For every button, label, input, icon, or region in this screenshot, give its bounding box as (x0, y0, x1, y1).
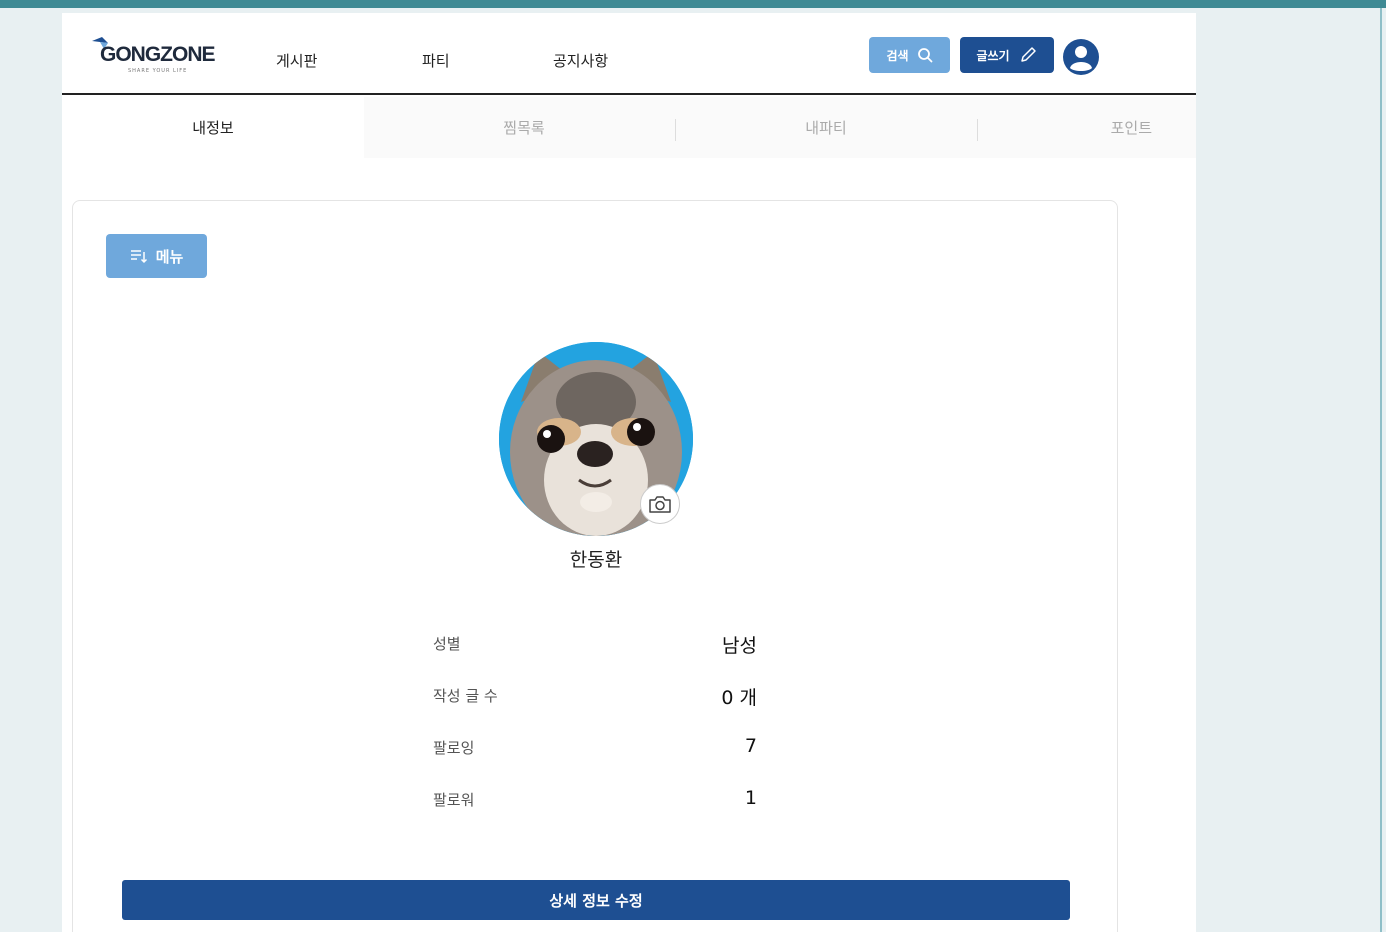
nav-notice[interactable]: 공지사항 (553, 50, 608, 71)
write-button-label: 글쓰기 (976, 48, 1010, 63)
following-label: 팔로잉 (433, 739, 475, 757)
site-logo[interactable]: GONGZONE SHARE YOUR LIFE (90, 35, 220, 75)
change-avatar-button[interactable] (640, 484, 680, 524)
menu-button-label: 메뉴 (155, 247, 184, 266)
mypage-tabs: 내정보 찜목록 내파티 포인트 (62, 97, 1196, 158)
gender-label: 성별 (433, 635, 461, 653)
profile-card: 메뉴 한동환 성별 남성 작성 글 수 0 개 팔로잉 7 팔로워 1 상세 정… (72, 200, 1118, 932)
page-container: GONGZONE SHARE YOUR LIFE 게시판 파티 공지사항 검색 … (62, 13, 1196, 932)
search-icon (917, 48, 932, 63)
tab-wishlist[interactable]: 찜목록 (373, 97, 675, 158)
pencil-icon (1020, 47, 1036, 62)
search-button-label: 검색 (886, 48, 909, 63)
tab-my-party[interactable]: 내파티 (675, 97, 977, 158)
post-count-value: 0 개 (721, 687, 757, 709)
tab-my-info[interactable]: 내정보 (62, 97, 364, 158)
site-header: GONGZONE SHARE YOUR LIFE 게시판 파티 공지사항 검색 … (62, 13, 1196, 95)
nav-party[interactable]: 파티 (422, 50, 450, 71)
gender-value: 남성 (722, 635, 757, 657)
logo-tagline: SHARE YOUR LIFE (128, 68, 188, 74)
follower-label: 팔로워 (433, 791, 475, 809)
edit-profile-button[interactable]: 상세 정보 수정 (122, 880, 1070, 920)
logo-text: GONGZONE (100, 43, 216, 66)
post-count-label: 작성 글 수 (433, 687, 498, 705)
follower-value[interactable]: 1 (633, 787, 757, 809)
sort-list-icon (130, 250, 147, 264)
user-circle-icon[interactable] (1062, 38, 1100, 76)
profile-username: 한동환 (569, 549, 623, 571)
frame-border (1380, 8, 1382, 932)
following-value[interactable]: 7 (633, 735, 757, 757)
menu-button[interactable]: 메뉴 (106, 234, 207, 278)
search-button[interactable]: 검색 (869, 37, 950, 73)
nav-board[interactable]: 게시판 (276, 50, 317, 71)
write-button[interactable]: 글쓰기 (960, 37, 1054, 73)
browser-viewport: GONGZONE SHARE YOUR LIFE 게시판 파티 공지사항 검색 … (0, 0, 1386, 932)
camera-icon (649, 496, 671, 513)
tab-points[interactable]: 포인트 (977, 97, 1196, 158)
